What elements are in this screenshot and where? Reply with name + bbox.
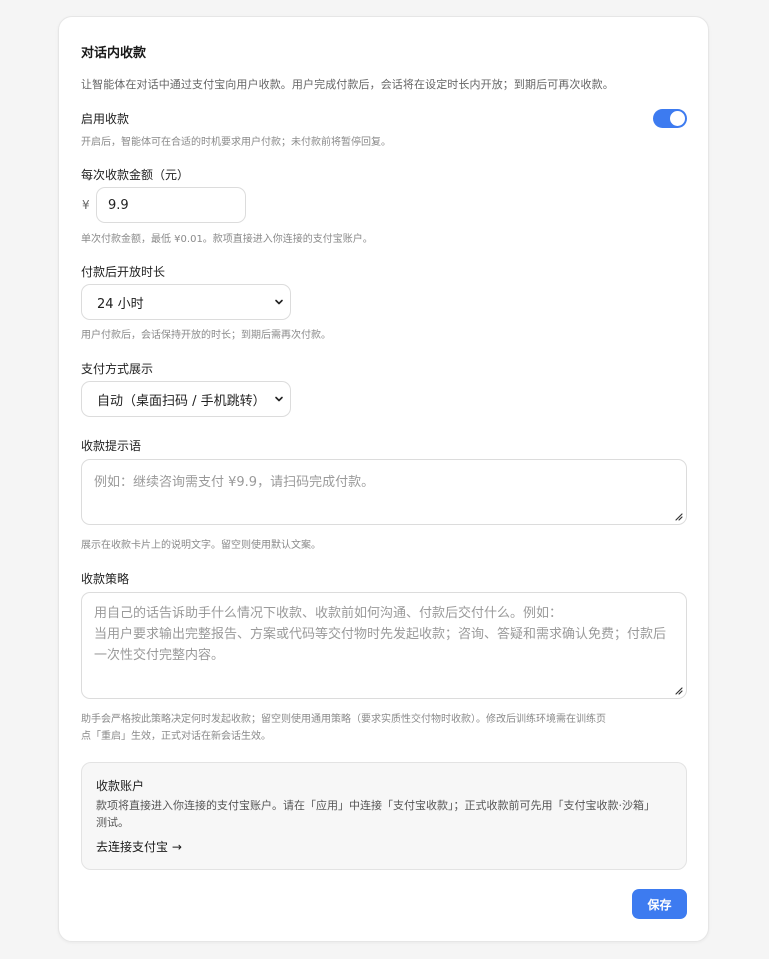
section-title: 对话内收款	[81, 46, 147, 61]
amount-input[interactable]: 9.9	[96, 187, 246, 223]
chevron-down-icon	[275, 299, 283, 305]
amount-label: 每次收款金额（元）	[81, 168, 190, 182]
account-title: 收款账户	[96, 779, 145, 793]
duration-select[interactable]: 24 小时	[81, 284, 291, 320]
prompt-label: 收款提示语	[81, 439, 142, 453]
account-desc-line: 款项将直接进入你连接的支付宝账户。请在「应用」中连接「支付宝收款」；正式收款前可…	[96, 799, 655, 812]
resize-grip-icon[interactable]	[673, 511, 683, 521]
strategy-label: 收款策略	[81, 572, 130, 586]
account-box: 收款账户 款项将直接进入你连接的支付宝账户。请在「应用」中连接「支付宝收款」；正…	[81, 762, 687, 870]
strategy-textarea[interactable]: 用自己的话告诉助手什么情况下收款、收款前如何沟通、付款后交付什么。例如： 当用户…	[81, 592, 687, 699]
amount-value: 9.9	[108, 197, 129, 213]
chevron-down-icon	[275, 396, 283, 402]
payment-display-selected: 自动（桌面扫码 / 手机跳转）	[97, 393, 266, 409]
payment-display-select[interactable]: 自动（桌面扫码 / 手机跳转）	[81, 381, 291, 417]
enable-toggle[interactable]	[653, 109, 687, 128]
strategy-placeholder-line: 用自己的话告诉助手什么情况下收款、收款前如何沟通、付款后交付什么。例如：	[94, 606, 563, 621]
duration-label: 付款后开放时长	[81, 265, 166, 279]
save-button[interactable]: 保存	[632, 889, 687, 919]
strategy-placeholder-line: 当用户要求输出完整报告、方案或代码等交付物时先发起收款；咨询、答疑和需求确认免费…	[94, 627, 667, 642]
enable-label: 启用收款	[81, 112, 130, 126]
currency-symbol: ¥	[82, 198, 90, 212]
connect-alipay-link[interactable]: 去连接支付宝 →	[96, 838, 182, 855]
duration-selected: 24 小时	[97, 296, 144, 312]
resize-grip-icon[interactable]	[673, 685, 683, 695]
amount-hint: 单次付款金额，最低 ¥0.01。款项直接进入你连接的支付宝账户。	[81, 234, 373, 245]
prompt-hint: 展示在收款卡片上的说明文字。留空则使用默认文案。	[81, 540, 321, 551]
enable-hint: 开启后，智能体可在合适的时机要求用户付款；未付款前将暂停回复。	[81, 137, 391, 148]
duration-hint: 用户付款后，会话保持开放的时长；到期后需再次付款。	[81, 330, 331, 341]
strategy-placeholder-line: 一次性交付完整内容。	[94, 648, 225, 663]
toggle-knob	[670, 111, 685, 126]
payment-display-label: 支付方式展示	[81, 362, 154, 376]
strategy-hint-line: 助手会严格按此策略决定何时发起收款；留空则使用通用策略（要求实质性交付物时收款）…	[81, 714, 606, 725]
section-intro: 让智能体在对话中通过支付宝向用户收款。用户完成付款后，会话将在设定时长内开放；到…	[81, 78, 614, 91]
prompt-textarea[interactable]: 例如：继续咨询需支付 ¥9.9，请扫码完成付款。	[81, 459, 687, 525]
prompt-placeholder: 例如：继续咨询需支付 ¥9.9，请扫码完成付款。	[94, 475, 375, 490]
account-desc-line: 测试。	[96, 816, 129, 829]
strategy-hint-line: 点「重启」生效，正式对话在新会话生效。	[81, 731, 271, 742]
settings-card: 对话内收款 让智能体在对话中通过支付宝向用户收款。用户完成付款后，会话将在设定时…	[58, 16, 709, 942]
